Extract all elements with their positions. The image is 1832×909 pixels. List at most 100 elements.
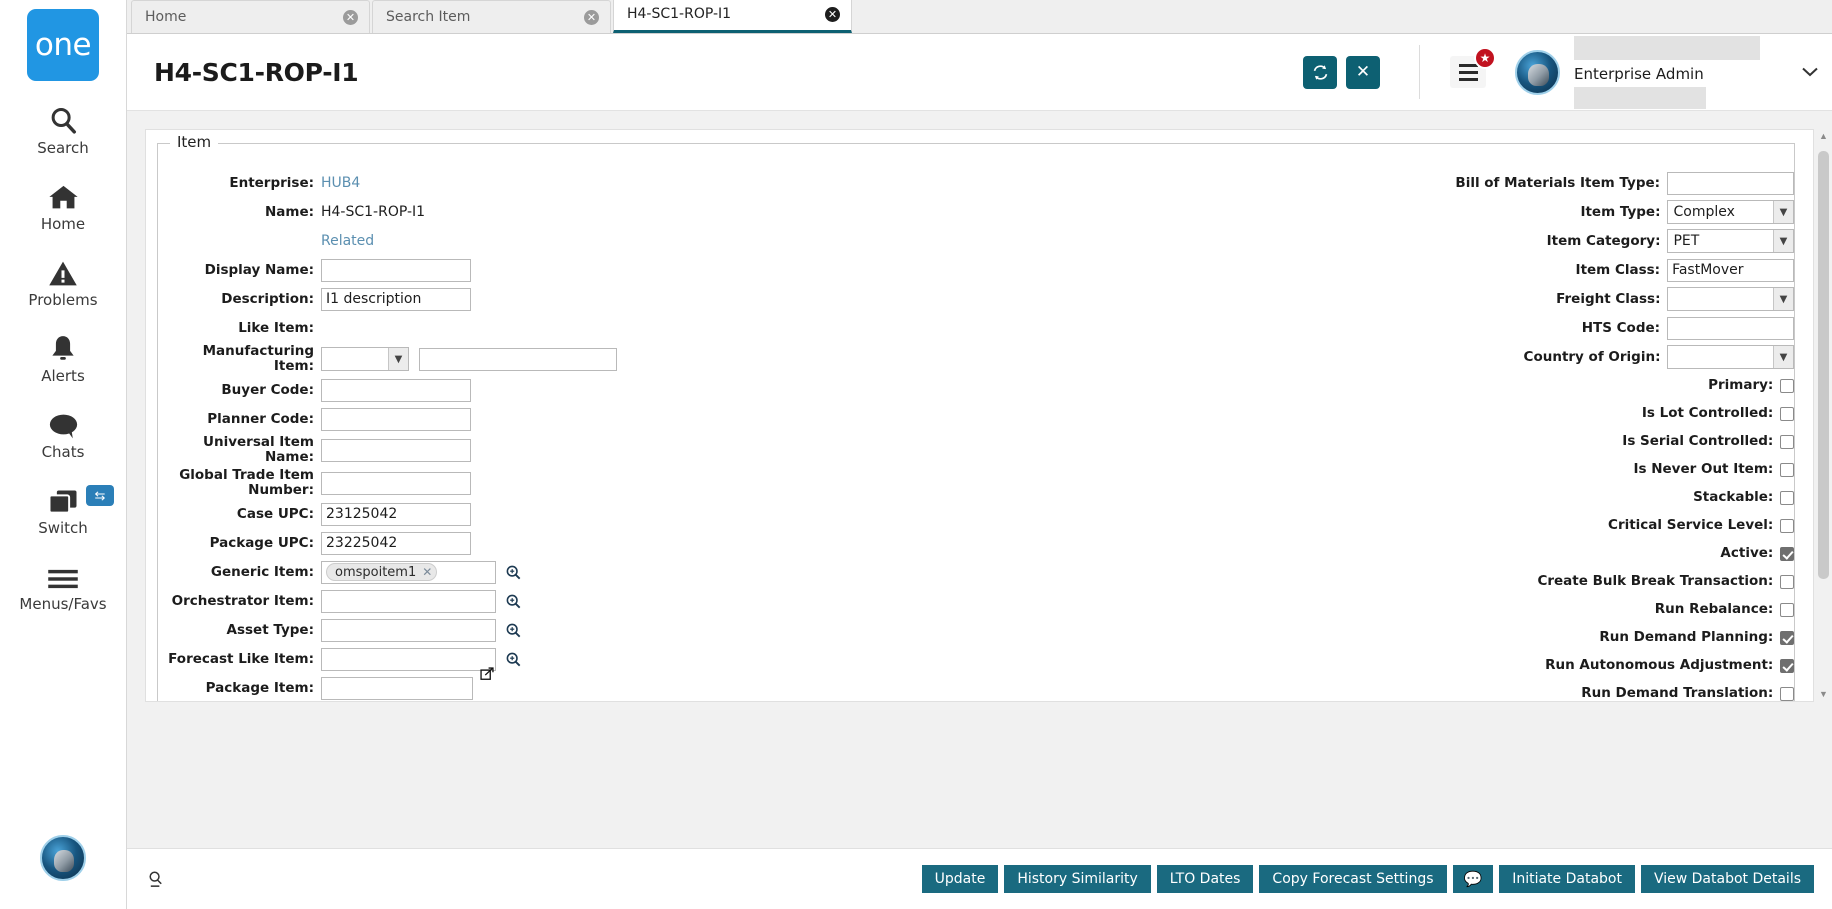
field-label: Item Category: (1546, 232, 1661, 249)
update-button[interactable]: Update (921, 865, 999, 893)
external-link-icon[interactable] (480, 667, 495, 682)
sidebar-item-home[interactable]: Home (0, 177, 126, 233)
global-trade-item-number-input[interactable] (321, 471, 471, 495)
related-link[interactable]: Related (321, 233, 374, 249)
copy-forecast-settings-button[interactable]: Copy Forecast Settings (1259, 865, 1447, 893)
bill-of-materials-item-type-input[interactable] (1667, 171, 1794, 195)
primary-checkbox[interactable] (1780, 378, 1794, 393)
field-label: Is Serial Controlled: (1622, 433, 1774, 449)
display-name-input[interactable] (321, 258, 471, 282)
chip-remove-icon[interactable]: ✕ (422, 565, 432, 579)
search-lookup-icon[interactable] (505, 651, 522, 668)
run-rebalance-checkbox[interactable] (1780, 602, 1794, 617)
item-type-select[interactable]: Complex ▼ (1667, 200, 1794, 224)
initiate-databot-button[interactable]: Initiate Databot (1499, 865, 1635, 893)
annotation-icon[interactable] (145, 868, 167, 890)
field-label: Package Item: (205, 679, 314, 696)
field-label: Generic Item: (210, 563, 314, 580)
lto-dates-button[interactable]: LTO Dates (1156, 865, 1254, 893)
package-item-input[interactable] (321, 676, 473, 700)
scroll-down-icon[interactable]: ▼ (1819, 690, 1828, 699)
run-demand-translation-checkbox[interactable] (1780, 686, 1794, 701)
user-placeholder-bar-top (1574, 35, 1760, 60)
case-upc-input[interactable]: 23125042 (321, 502, 471, 526)
search-lookup-icon[interactable] (505, 593, 522, 610)
run-demand-planning-checkbox[interactable] (1780, 630, 1794, 645)
item-class-input[interactable]: FastMover (1667, 258, 1794, 282)
description-input[interactable]: I1 description (321, 287, 471, 311)
orchestrator-item-input[interactable] (321, 589, 496, 613)
is-serial-controlled-checkbox[interactable] (1780, 434, 1794, 449)
hts-code-input[interactable] (1667, 316, 1794, 340)
sidebar-item-chats[interactable]: Chats (0, 405, 126, 461)
package-upc-input[interactable]: 23225042 (321, 531, 471, 555)
critical-service-level-checkbox[interactable] (1780, 518, 1794, 533)
rail-avatar[interactable] (40, 835, 86, 881)
manufacturing-item-input[interactable] (419, 347, 617, 371)
close-icon[interactable]: ✕ (825, 6, 840, 22)
vertical-scrollbar[interactable]: ▲ ▼ (1817, 129, 1830, 702)
create-bulk-break-transaction-checkbox[interactable] (1780, 574, 1794, 589)
sidebar-item-label: Switch (38, 519, 88, 537)
planner-code-input[interactable] (321, 407, 471, 431)
main-area: Home ✕ Search Item ✕ H4-SC1-ROP-I1 ✕ H4-… (127, 0, 1832, 909)
generic-item-chip[interactable]: omspoitem1 ✕ (326, 563, 438, 581)
asset-type-input[interactable] (321, 618, 496, 642)
universal-item-name-input[interactable] (321, 438, 471, 462)
active-checkbox[interactable] (1780, 546, 1794, 561)
field-display-name: Display Name: (158, 257, 976, 283)
freight-class-select[interactable]: ▼ (1667, 287, 1794, 311)
refresh-button[interactable] (1303, 55, 1337, 89)
field-label: Run Rebalance: (1654, 601, 1774, 617)
chip-label: omspoitem1 (335, 564, 417, 580)
scroll-up-icon[interactable]: ▲ (1819, 132, 1828, 141)
is-lot-controlled-checkbox[interactable] (1780, 406, 1794, 421)
field-planner-code: Planner Code: (158, 406, 976, 432)
sidebar-item-problems[interactable]: Problems (0, 253, 126, 309)
tab-item-detail[interactable]: H4-SC1-ROP-I1 ✕ (613, 0, 852, 33)
close-icon[interactable]: ✕ (343, 9, 358, 25)
manufacturing-item-select[interactable]: ▼ (321, 347, 409, 371)
search-lookup-icon[interactable] (505, 564, 522, 581)
country-of-origin-select[interactable]: ▼ (1667, 345, 1794, 369)
item-category-select[interactable]: PET ▼ (1667, 229, 1794, 253)
chevron-down-icon[interactable] (1788, 67, 1832, 77)
field-critical-service-level: Critical Service Level: (976, 513, 1794, 538)
chat-button[interactable]: 💬 (1452, 865, 1494, 893)
close-button[interactable]: ✕ (1346, 55, 1380, 89)
sidebar-item-search[interactable]: Search (0, 101, 126, 157)
page-title: H4-SC1-ROP-I1 (154, 57, 359, 87)
search-lookup-icon[interactable] (505, 622, 522, 639)
close-icon[interactable]: ✕ (584, 9, 599, 25)
sidebar-item-switch[interactable]: Switch ⇆ (0, 481, 126, 537)
buyer-code-input[interactable] (321, 378, 471, 402)
field-label: HTS Code: (1581, 319, 1661, 336)
sidebar-item-alerts[interactable]: Alerts (0, 329, 126, 385)
field-label: Global Trade Item Number: (179, 467, 314, 498)
chevron-down-icon: ▼ (1773, 201, 1793, 223)
field-related: Related (158, 228, 976, 254)
field-label: Asset Type: (226, 621, 314, 638)
tab-home[interactable]: Home ✕ (131, 0, 370, 33)
view-databot-details-button[interactable]: View Databot Details (1640, 865, 1814, 893)
history-similarity-button[interactable]: History Similarity (1004, 865, 1151, 893)
switch-toggle-badge-icon[interactable]: ⇆ (86, 485, 114, 506)
stackable-checkbox[interactable] (1780, 490, 1794, 505)
enterprise-link[interactable]: HUB4 (321, 175, 360, 191)
field-is-never-out-item: Is Never Out Item: (976, 457, 1794, 482)
generic-item-input[interactable]: omspoitem1 ✕ (321, 560, 496, 584)
menu-favorites-button[interactable]: ★ (1450, 47, 1496, 88)
run-autonomous-adjustment-checkbox[interactable] (1780, 658, 1794, 673)
field-run-demand-translation: Run Demand Translation: (976, 681, 1794, 701)
field-primary: Primary: (976, 373, 1794, 398)
forecast-like-item-input[interactable] (321, 647, 496, 671)
avatar[interactable] (1515, 49, 1560, 95)
field-label: Manufacturing Item: (202, 343, 314, 374)
tab-search-item[interactable]: Search Item ✕ (372, 0, 611, 33)
sidebar-item-menus-favs[interactable]: Menus/Favs (0, 557, 126, 613)
one-logo[interactable]: one (27, 9, 99, 81)
is-never-out-item-checkbox[interactable] (1780, 462, 1794, 477)
scrollbar-thumb[interactable] (1818, 151, 1829, 579)
user-name: Enterprise Admin (1574, 64, 1704, 83)
field-description: Description: I1 description (158, 286, 976, 312)
